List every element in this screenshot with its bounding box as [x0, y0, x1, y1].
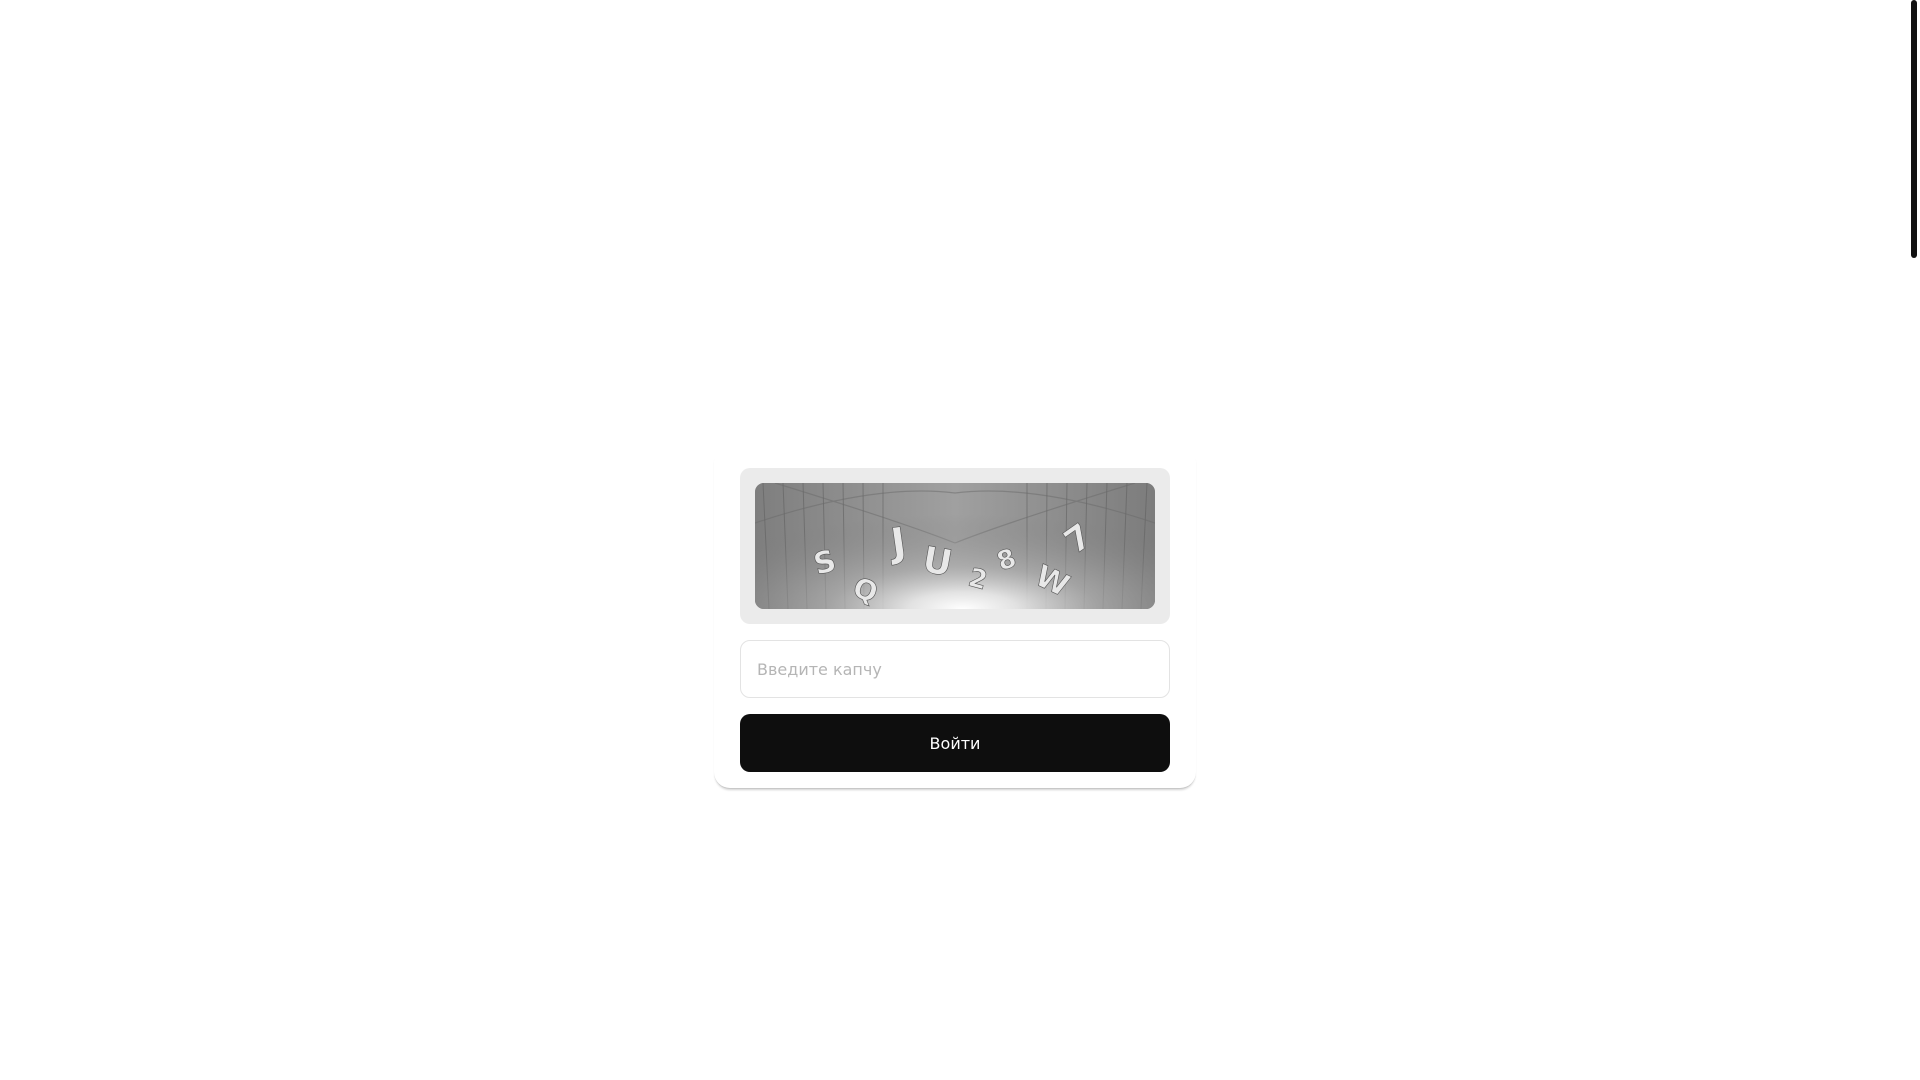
captcha-frame: S Q J U 2 8 W 7	[740, 468, 1170, 624]
captcha-graphic: S Q J U 2 8 W 7	[755, 483, 1155, 609]
captcha-image: S Q J U 2 8 W 7	[755, 483, 1155, 609]
scrollbar[interactable]	[1906, 0, 1920, 1080]
captcha-input[interactable]	[740, 640, 1170, 698]
captcha-page: S Q J U 2 8 W 7 Войти	[0, 0, 1920, 1080]
login-button[interactable]: Войти	[740, 714, 1170, 772]
captcha-card: S Q J U 2 8 W 7 Войти	[714, 446, 1196, 788]
scrollbar-thumb[interactable]	[1911, 0, 1917, 258]
